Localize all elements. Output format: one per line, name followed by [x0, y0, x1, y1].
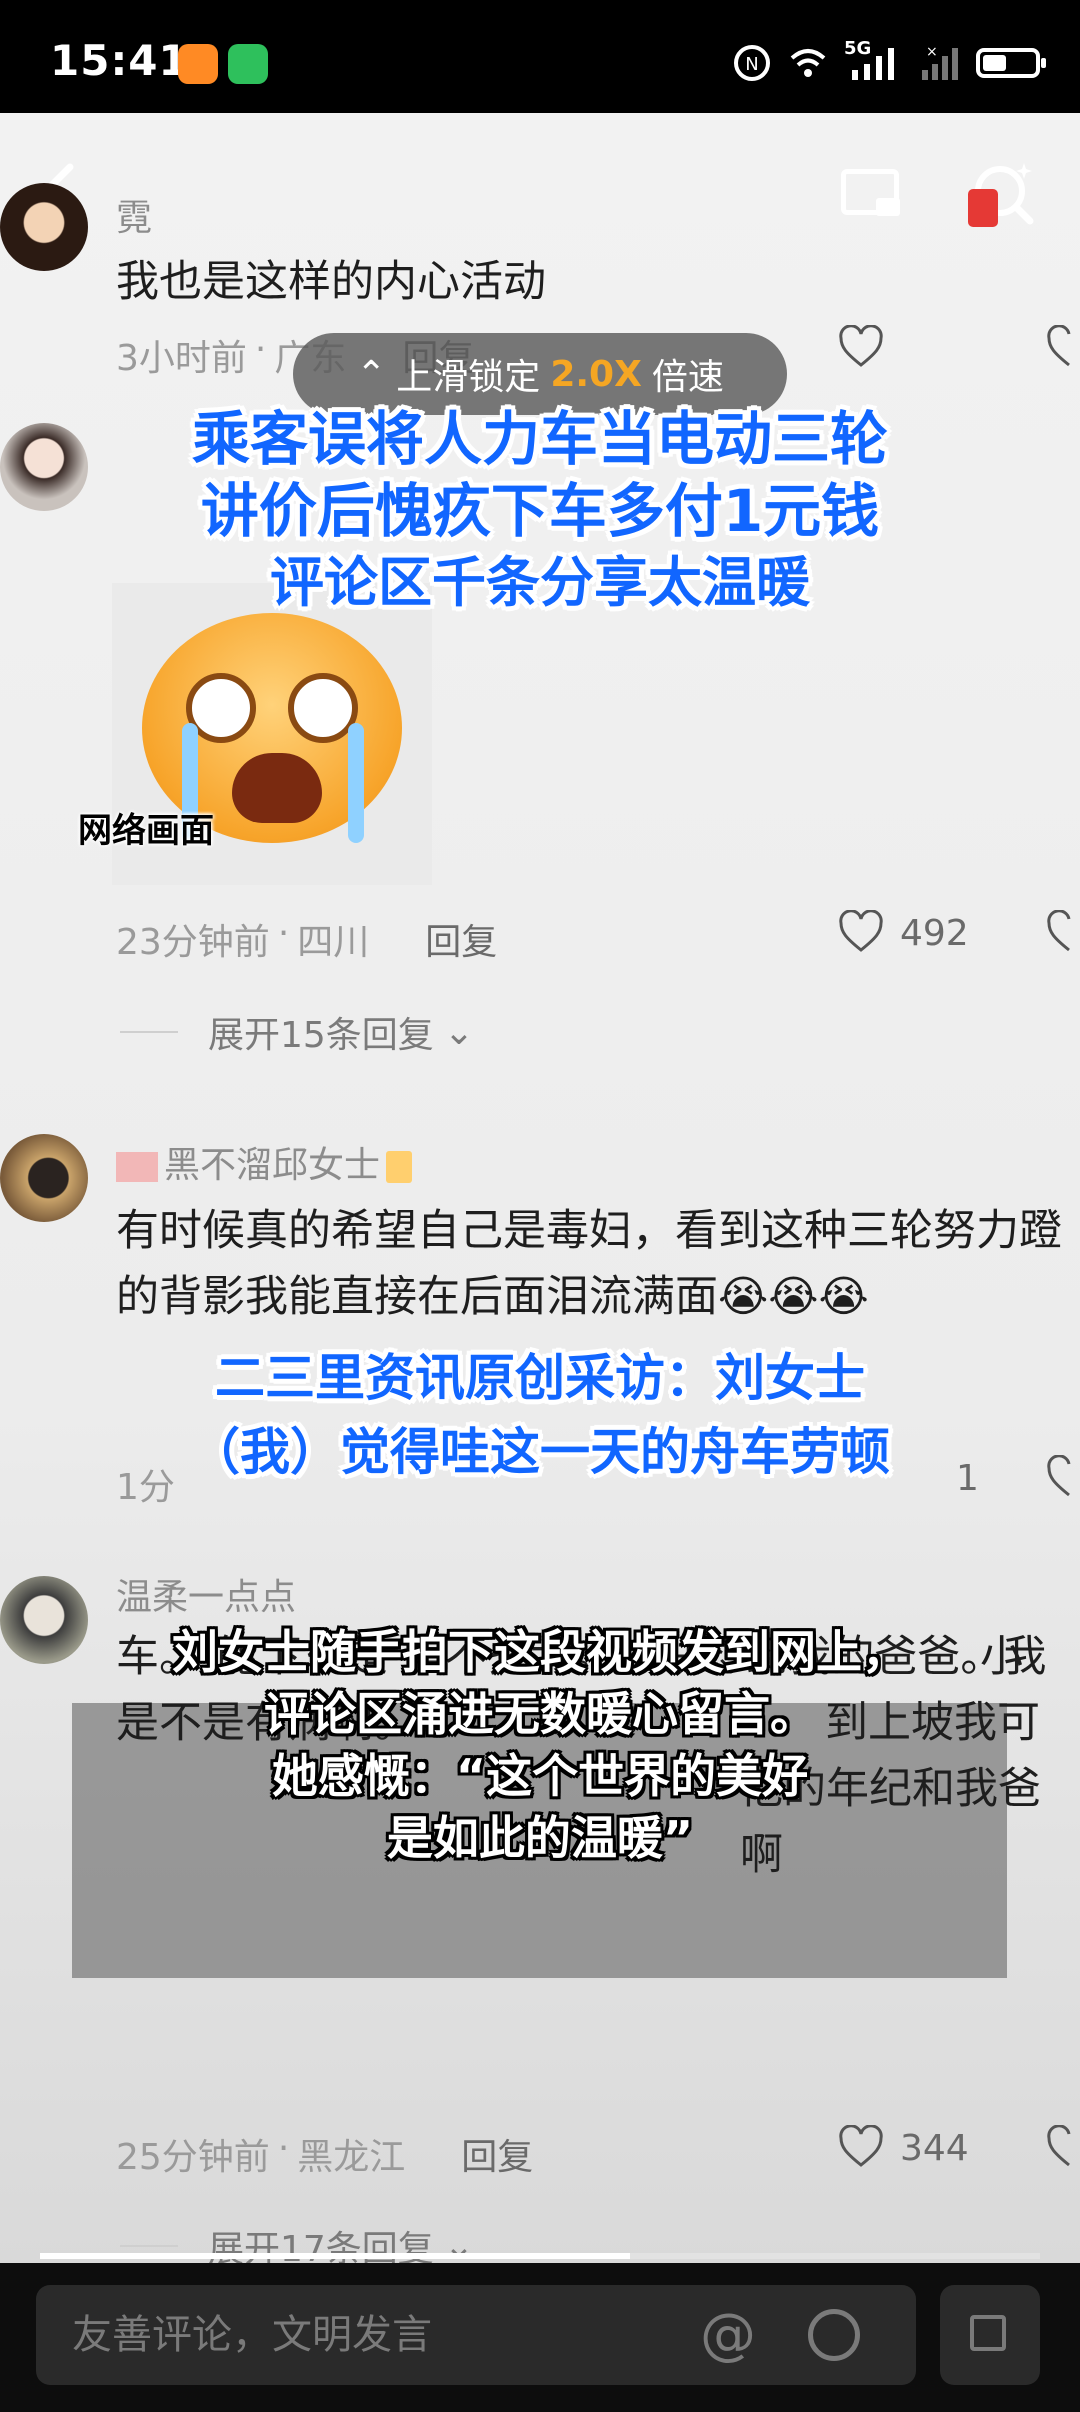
like-count: 492 [900, 913, 969, 954]
at-mention-icon[interactable]: @ [700, 2285, 756, 2385]
chevron-down-icon: ⌄ [443, 1011, 474, 1053]
headline-line: 评论区千条分享太温暖 [270, 551, 810, 614]
heart-icon[interactable] [838, 325, 884, 369]
comment-time: 23分钟前 [116, 922, 270, 963]
heart-icon[interactable] [838, 910, 884, 954]
expand-replies-label: 展开15条回复 [208, 1015, 434, 1056]
video-player[interactable]: 霓 我也是这样的内心活动 3小时前 · 广东 回复 ⌃ 上滑锁定 2.0X 倍速… [0, 113, 1080, 2263]
comment-time: 3小时前 [116, 338, 247, 379]
taobao-app-icon [178, 44, 218, 84]
comment-text: 有时候真的希望自己是毒妇，看到这种三轮努力蹬的背影我能直接在后面泪流满面😭😭😭 [116, 1206, 1062, 1322]
comment-username[interactable]: 霓 [116, 189, 152, 241]
divider [120, 2245, 178, 2247]
interview-line: （我）觉得哇这一天的舟车劳顿 [190, 1423, 890, 1481]
red-packet-icon [968, 189, 998, 227]
nfc-icon: N [734, 45, 770, 81]
subtitle-line: 刘女士随手拍下这段视频发到网上， [172, 1625, 908, 1679]
emoji-tear [348, 723, 364, 843]
divider [120, 1031, 178, 1033]
wechat-app-icon [228, 44, 268, 84]
comment-text: 我也是这样的内心活动 [116, 257, 546, 307]
emoji-mouth [232, 753, 322, 823]
emoji-icon[interactable] [808, 2309, 860, 2361]
dislike-icon[interactable] [1046, 325, 1080, 369]
5g-signal-icon: 5G [844, 38, 904, 82]
subtitle-line: 评论区涌进无数暖心留言。 [264, 1687, 816, 1741]
comment-time: 25分钟前 [116, 2137, 270, 2178]
svg-text:N: N [745, 54, 758, 75]
status-icons: N 5G × [732, 38, 1046, 82]
flag-icon [116, 1152, 158, 1182]
network-footage-label: 网络画面 [78, 811, 214, 851]
wifi-icon [790, 49, 826, 77]
speed-prefix: 上滑锁定 [396, 357, 541, 398]
expand-replies-button[interactable]: 展开15条回复 ⌄ [120, 1006, 474, 1058]
picture-in-picture-icon [841, 169, 900, 216]
comment-username[interactable]: 黑不溜邱女士 [116, 1136, 413, 1188]
dislike-icon[interactable] [1046, 2125, 1080, 2169]
subtitle-caption: 刘女士随手拍下这段视频发到网上， 评论区涌进无数暖心留言。 她感慨：“这个世界的… [0, 1621, 1080, 1869]
playback-progress-bar[interactable] [40, 2253, 1040, 2259]
status-time: 15:41 [50, 36, 189, 85]
subtitle-line: 她感慨：“这个世界的美好 [271, 1749, 809, 1803]
battery-icon [976, 48, 1046, 78]
comment-meta: 25分钟前 · 黑龙江 回复 [116, 2128, 534, 2180]
comment-meta: 23分钟前 · 四川 回复 [116, 913, 498, 965]
chevron-up-icon: ⌃ [356, 353, 387, 395]
like-count: 344 [900, 2128, 969, 2169]
avatar[interactable] [0, 183, 88, 271]
comment-username-text: 黑不溜邱女士 [164, 1145, 381, 1186]
speed-value: 2.0X [550, 353, 642, 395]
playback-progress-fill [40, 2253, 630, 2259]
interview-caption: 二三里资讯原创采访：刘女士 （我）觉得哇这一天的舟车劳顿 [0, 1341, 1080, 1489]
red-packet-search-button[interactable] [960, 153, 1040, 233]
reply-button[interactable]: 回复 [425, 913, 497, 965]
picture-in-picture-button[interactable] [830, 153, 910, 233]
heart-icon[interactable] [838, 2125, 884, 2169]
subtitle-line: 是如此的温暖” [386, 1811, 694, 1865]
interview-line: 二三里资讯原创采访：刘女士 [215, 1349, 865, 1407]
speed-suffix: 倍速 [651, 357, 724, 398]
comment-location: 四川 [297, 922, 370, 963]
comment-username[interactable]: 温柔一点点 [116, 1568, 296, 1620]
signal-icon: × [922, 44, 958, 80]
fries-icon [386, 1151, 413, 1183]
comment-location: 黑龙江 [297, 2137, 406, 2178]
reply-button[interactable]: 回复 [461, 2128, 533, 2180]
dislike-icon[interactable] [1046, 910, 1080, 954]
headline-caption: 乘客误将人力车当电动三轮 讲价后愧疚下车多付1元钱 评论区千条分享太温暖 [0, 403, 1080, 619]
fullscreen-comment-icon[interactable] [940, 2285, 1040, 2385]
battery-fill [983, 55, 1006, 71]
status-bar: 15:41 N 5G × [0, 0, 1080, 113]
headline-line: 乘客误将人力车当电动三轮 [191, 405, 888, 473]
avatar[interactable] [0, 1134, 88, 1222]
comment-input[interactable]: 友善评论，文明发言 [36, 2285, 916, 2385]
svg-text:×: × [926, 44, 938, 60]
comment-input-bar: 友善评论，文明发言 @ [0, 2263, 1080, 2412]
headline-line: 讲价后愧疚下车多付1元钱 [200, 477, 880, 545]
